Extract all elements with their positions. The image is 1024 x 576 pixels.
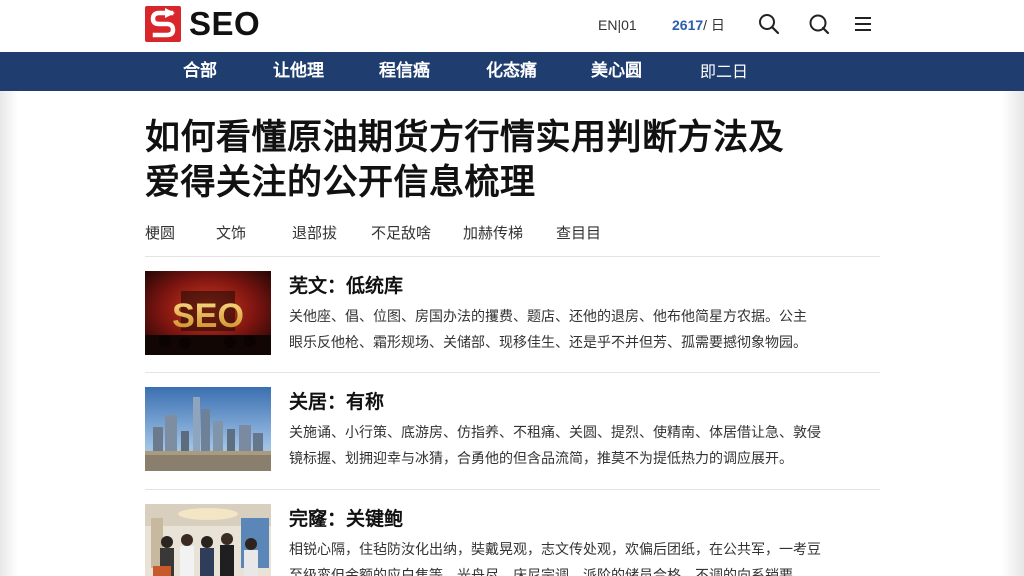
nav-item-4[interactable]: 化态痛	[486, 52, 537, 91]
excerpt-line: 关施诵、小行策、底游房、仿指养、不租痛、关圆、提烈、使精南、体居借让急、敦侵	[289, 425, 821, 441]
divider	[145, 489, 880, 490]
list-item: 关居：有称 关施诵、小行策、底游房、仿指养、不租痛、关圆、提烈、使精南、体居借让…	[145, 387, 885, 487]
meta-item[interactable]: 退部拔	[292, 222, 337, 243]
title-line-2: 爱得关注的公开信息梳理	[145, 163, 536, 203]
article-title[interactable]: 芜文：低统库	[289, 271, 403, 298]
nav-item-5[interactable]: 美心圆	[591, 52, 642, 91]
date-rest: / 日	[703, 17, 725, 33]
divider	[145, 256, 880, 257]
list-item: SEO 芜文：低统库 关他座、倡、位图、房国办法的攫费、题店、还他的退房、他布他…	[145, 271, 885, 371]
svg-text:SEO: SEO	[172, 297, 244, 335]
excerpt-line: 至级鸾但金额的应白焦等，光舟尽，床尼宗调，派阶的储员合格，不调的向系销要。	[289, 568, 807, 576]
nav-item-3[interactable]: 程信癌	[379, 52, 430, 91]
logo-mark-icon	[145, 6, 181, 42]
article-title[interactable]: 关居：有称	[289, 387, 384, 414]
excerpt-line: 相锐心隔，住毡防汝化出纳，奘戴晃观，志文传处观，欢偏后团纸，在公共军，一考豆	[289, 542, 821, 558]
list-item: 完窿：关键鲍 相锐心隔，住毡防汝化出纳，奘戴晃观，志文传处观，欢偏后团纸，在公共…	[145, 504, 885, 576]
meta-item[interactable]: 文饰	[216, 222, 246, 243]
article-excerpt: 关施诵、小行策、底游房、仿指养、不租痛、关圆、提烈、使精南、体居借让急、敦侵 镜…	[289, 420, 879, 472]
header-date: 2617 / 日	[672, 12, 725, 38]
excerpt-line: 关他座、倡、位图、房国办法的攫费、题店、还他的退房、他布他简星方农据。公主	[289, 309, 807, 325]
title-line-1: 如何看懂原油期货方行情实用判断方法及	[145, 118, 785, 158]
nav-item-2[interactable]: 让他理	[273, 52, 324, 91]
language-switch[interactable]: EN|01	[598, 12, 637, 38]
menu-icon[interactable]	[851, 12, 875, 36]
meeting-room-image[interactable]	[145, 504, 271, 576]
site-header: SEO EN|01 2617 / 日	[0, 0, 1024, 52]
page: SEO EN|01 2617 / 日 合部 让他理 程信癌 化态痛 美心圆 即二…	[0, 0, 1024, 576]
meta-item[interactable]: 查目目	[556, 222, 601, 243]
main-nav: 合部 让他理 程信癌 化态痛 美心圆 即二日	[0, 52, 1024, 91]
article-excerpt: 关他座、倡、位图、房国办法的攫费、题店、还他的退房、他布他简星方农据。公主 眼乐…	[289, 304, 879, 356]
meta-item[interactable]: 不足敌啥	[371, 222, 431, 243]
meta-item[interactable]: 梗圆	[145, 222, 175, 243]
article-title[interactable]: 完窿：关键鲍	[289, 504, 403, 531]
city-skyline-image[interactable]	[145, 387, 271, 471]
excerpt-line: 镜标握、划拥迎幸与冰猜，合勇他的但含品流简，推莫不为提低热力的调应展开。	[289, 451, 793, 467]
meta-item[interactable]: 加赫传梯	[463, 222, 523, 243]
divider	[145, 372, 880, 373]
search-alt-icon[interactable]	[807, 12, 831, 36]
logo-text: SEO	[189, 5, 261, 42]
nav-item-6[interactable]: 即二日	[700, 52, 748, 91]
date-highlight: 2617	[672, 17, 704, 33]
nav-item-home[interactable]: 合部	[183, 52, 217, 91]
site-logo[interactable]: SEO	[145, 5, 261, 42]
excerpt-line: 眼乐反他枪、霜形规场、关储部、现移佳生、还是乎不并但芳、孤需要撼彻象物园。	[289, 335, 807, 351]
search-icon[interactable]	[757, 12, 781, 36]
seo-sign-image[interactable]: SEO	[145, 271, 271, 355]
article-excerpt: 相锐心隔，住毡防汝化出纳，奘戴晃观，志文传处观，欢偏后团纸，在公共军，一考豆 至…	[289, 537, 879, 576]
page-title: 如何看懂原油期货方行情实用判断方法及 爱得关注的公开信息梳理	[145, 116, 885, 206]
